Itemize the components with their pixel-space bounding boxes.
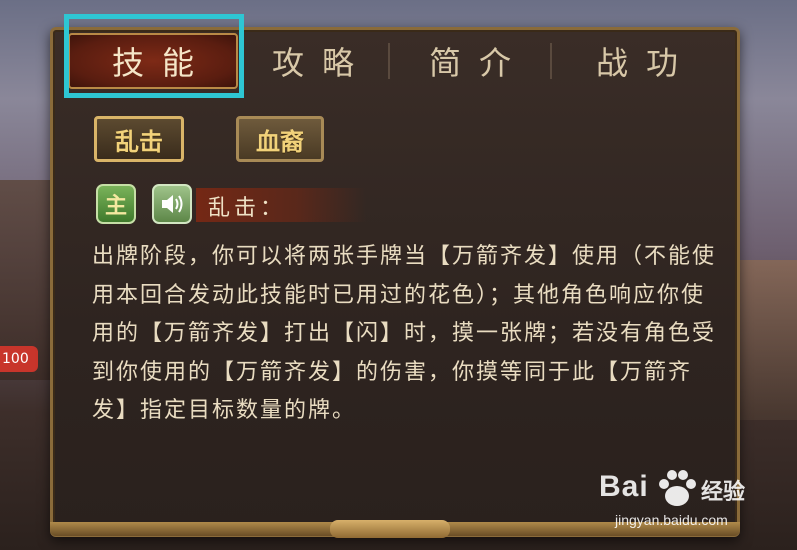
background-number-badge: 100 xyxy=(0,346,38,372)
background-building-right xyxy=(737,260,797,420)
skill-button-xueyi[interactable]: 血裔 xyxy=(236,116,324,162)
highlight-annotation-box xyxy=(64,14,244,98)
watermark-suffix: 经验 xyxy=(701,479,746,504)
speaker-icon[interactable] xyxy=(152,184,192,224)
watermark-logo-text: Bai xyxy=(599,470,649,503)
tab-achievements[interactable]: 战功 xyxy=(552,33,722,89)
skill-button-luanji[interactable]: 乱击 xyxy=(94,116,184,162)
lord-skill-tag: 主 xyxy=(96,184,136,224)
skill-description: 出牌阶段，你可以将两张手牌当【万箭齐发】使用（不能使用本回合发动此技能时已用过的… xyxy=(92,244,717,423)
tab-strategy[interactable]: 攻略 xyxy=(238,33,388,89)
skill-title: 乱击： xyxy=(208,196,287,221)
baidu-watermark: Bai 经验 jingyan.baidu.com xyxy=(599,470,779,530)
tab-intro[interactable]: 简介 xyxy=(390,33,550,89)
panel-bottom-ornament xyxy=(330,520,450,538)
watermark-url: jingyan.baidu.com xyxy=(615,512,728,528)
paw-icon xyxy=(659,470,696,506)
